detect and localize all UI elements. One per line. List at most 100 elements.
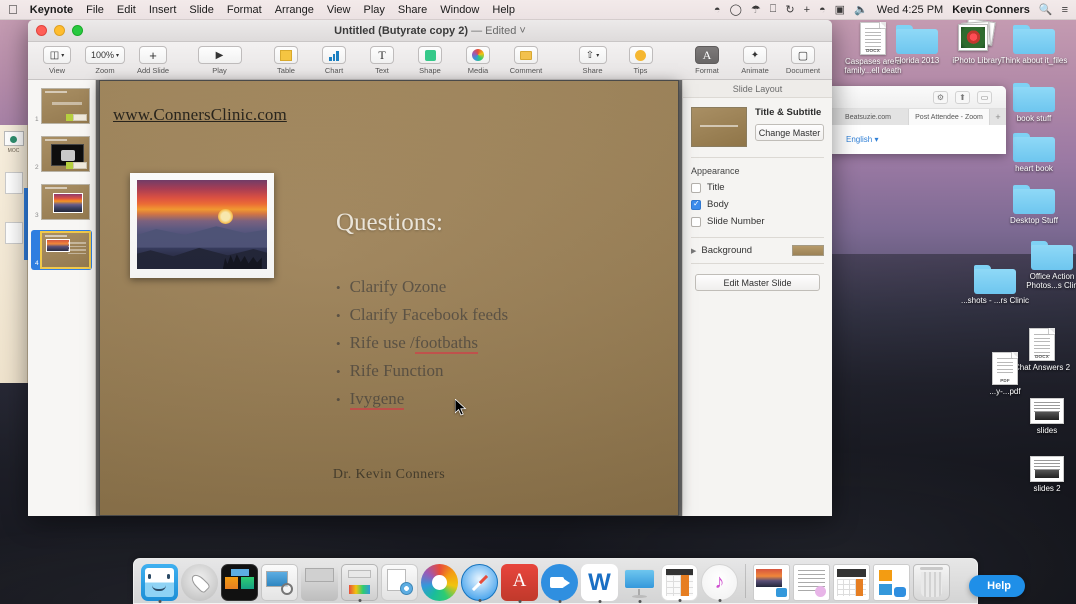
desktop-icon-screenshots-clinic[interactable]: ...shots - ...rs Clinic [958,262,1032,305]
play-button[interactable]: ▶ Play [197,46,242,75]
slide-url-text[interactable]: www.ConnersClinic.com [113,105,287,125]
menu-window[interactable]: Window [440,4,479,16]
notification-center-icon[interactable]: ≡ [1062,4,1068,16]
time-machine-icon[interactable]: ↻ [785,3,794,16]
macos-dock[interactable]: Help [133,558,1025,604]
menu-help[interactable]: Help [492,4,515,16]
desktop-icon-book-stuff[interactable]: book stuff [997,80,1071,123]
desktop-icon-slides[interactable]: slides [1010,398,1076,435]
volume-icon[interactable]: 🔈 [854,3,868,16]
dock-icon-mission-control[interactable] [221,564,258,601]
master-slide-preview[interactable] [691,107,747,147]
bluetooth-icon[interactable]: ☂ [751,3,761,16]
chart-button[interactable]: Chart [315,46,353,75]
menu-slide[interactable]: Slide [189,4,213,16]
browser-tab-beatsuzie[interactable]: Beatsuzie.com [828,109,909,125]
menu-insert[interactable]: Insert [149,4,177,16]
dock-icon-finder[interactable] [141,564,178,603]
plus-icon[interactable]: + [804,4,810,16]
dock-icon-app-store[interactable] [381,564,418,601]
comment-button[interactable]: Comment [507,46,545,75]
bullet-item[interactable]: • Rife use / footbaths [336,333,508,354]
menu-share[interactable]: Share [398,4,427,16]
desktop-icon-desktop-stuff[interactable]: Desktop Stuff [997,182,1071,225]
format-button[interactable]: A Format [688,46,726,75]
chevron-right-icon[interactable]: ▶ [691,247,696,255]
desktop-icon-slides-2[interactable]: slides 2 [1010,456,1076,493]
keynote-application-window[interactable]: Untitled (Butyrate copy 2) — Edited ˅ ◫ ▾… [28,20,832,516]
share-icon[interactable]: ⬆ [955,90,970,104]
misspelled-word-footbaths[interactable]: footbaths [414,333,479,354]
background-section[interactable]: ▶ Background [683,238,832,263]
text-button[interactable]: T Text [363,46,401,75]
menubar-datetime[interactable]: Wed 4:25 PM [877,4,943,16]
slide-canvas-area[interactable]: www.ConnersClinic.com Questions: • Clari… [96,80,682,516]
menubar-username[interactable]: Kevin Conners [952,4,1030,16]
title-checkbox[interactable] [691,182,701,193]
menu-keynote[interactable]: Keynote [30,4,73,16]
tips-button[interactable]: Tips [622,46,660,75]
dock-icon-launchpad[interactable] [181,564,218,601]
language-dropdown[interactable]: English ▾ [846,135,879,144]
maximize-button[interactable] [72,25,83,36]
dock-icon-printer[interactable] [341,564,378,602]
slide-footer-text[interactable]: Dr. Kevin Conners [100,467,678,483]
new-tab-button[interactable]: + [990,109,1006,125]
menu-play[interactable]: Play [363,4,384,16]
view-button[interactable]: ◫ ▾ View [38,46,76,75]
body-checkbox[interactable] [691,199,701,210]
airplay-icon[interactable]: ⎕ [770,3,777,16]
dock-icon-safari[interactable] [461,564,498,602]
slide-thumbnail-1[interactable]: 1 [31,86,92,126]
format-inspector-panel[interactable]: Slide Layout Title & Subtitle Change Mas… [682,80,832,516]
change-master-button[interactable]: Change Master [755,124,824,141]
slide-bullet-list[interactable]: • Clarify Ozone • Clarify Facebook feeds… [336,277,508,417]
slide-navigator[interactable]: 1 2 3 4 [28,80,96,516]
desktop-icon-heart-book[interactable]: heart book [997,130,1071,173]
table-button[interactable]: Table [267,46,305,75]
dock-icon-microsoft-word[interactable] [581,564,618,603]
shape-button[interactable]: Shape [411,46,449,75]
edit-master-slide-button[interactable]: Edit Master Slide [695,274,820,291]
keynote-title-bar[interactable]: Untitled (Butyrate copy 2) — Edited ˅ [28,20,832,42]
settings-icon[interactable]: ⚙ [933,90,948,104]
dock-icon-trash[interactable] [913,564,950,601]
clock-circle-icon[interactable]: ◯ [730,3,742,16]
dock-icon-sunset-presentation-doc[interactable] [753,564,790,601]
bullet-item[interactable]: • Ivygene [336,389,508,410]
dock-icon-zoom[interactable] [541,564,578,603]
close-button[interactable] [36,25,47,36]
chevron-down-icon[interactable]: ˅ [519,25,525,37]
media-button[interactable]: Media [459,46,497,75]
menu-view[interactable]: View [327,4,351,16]
slide-heading-questions[interactable]: Questions: [336,209,443,237]
wifi-icon[interactable]: ◓ [819,4,826,16]
help-button[interactable]: Help [969,575,1025,597]
background-browser-window[interactable]: ⚙ ⬆ ▭ Beatsuzie.com Post Attendee - Zoom… [828,86,1006,154]
dock-icon-preview[interactable] [261,564,298,601]
slide-sunset-photo[interactable] [130,173,274,278]
minimize-button[interactable] [54,25,65,36]
menu-edit[interactable]: Edit [117,4,136,16]
bullet-item[interactable]: • Clarify Facebook feeds [336,305,508,325]
slide-thumbnail-2[interactable]: 2 [31,134,92,174]
slide-thumbnail-4[interactable]: 4 [31,230,92,270]
dock-icon-numbers-doc[interactable] [833,564,870,601]
checkbox-row-slide-number[interactable]: Slide Number [691,216,824,227]
tabs-icon[interactable]: ▭ [977,90,992,104]
dock-icon-adobe-acrobat[interactable] [501,564,538,603]
zoom-control[interactable]: 100% ▾ Zoom [84,46,126,75]
dock-icon-image-capture[interactable] [301,564,338,601]
dock-icon-microsoft-excel[interactable] [661,564,698,602]
current-slide[interactable]: www.ConnersClinic.com Questions: • Clari… [100,81,678,515]
menu-arrange[interactable]: Arrange [275,4,314,16]
dock-icon-blue-doc[interactable] [873,564,910,601]
background-color-swatch[interactable] [792,245,824,256]
slide-thumbnail-3[interactable]: 3 [31,182,92,222]
checkbox-row-body[interactable]: Body [691,199,824,210]
document-button[interactable]: ▢ Document [784,46,822,75]
input-source-icon[interactable]: ▣ [835,3,845,16]
bullet-item[interactable]: • Rife Function [336,361,508,381]
menu-format[interactable]: Format [227,4,262,16]
search-icon[interactable]: 🔍 [1039,3,1053,16]
